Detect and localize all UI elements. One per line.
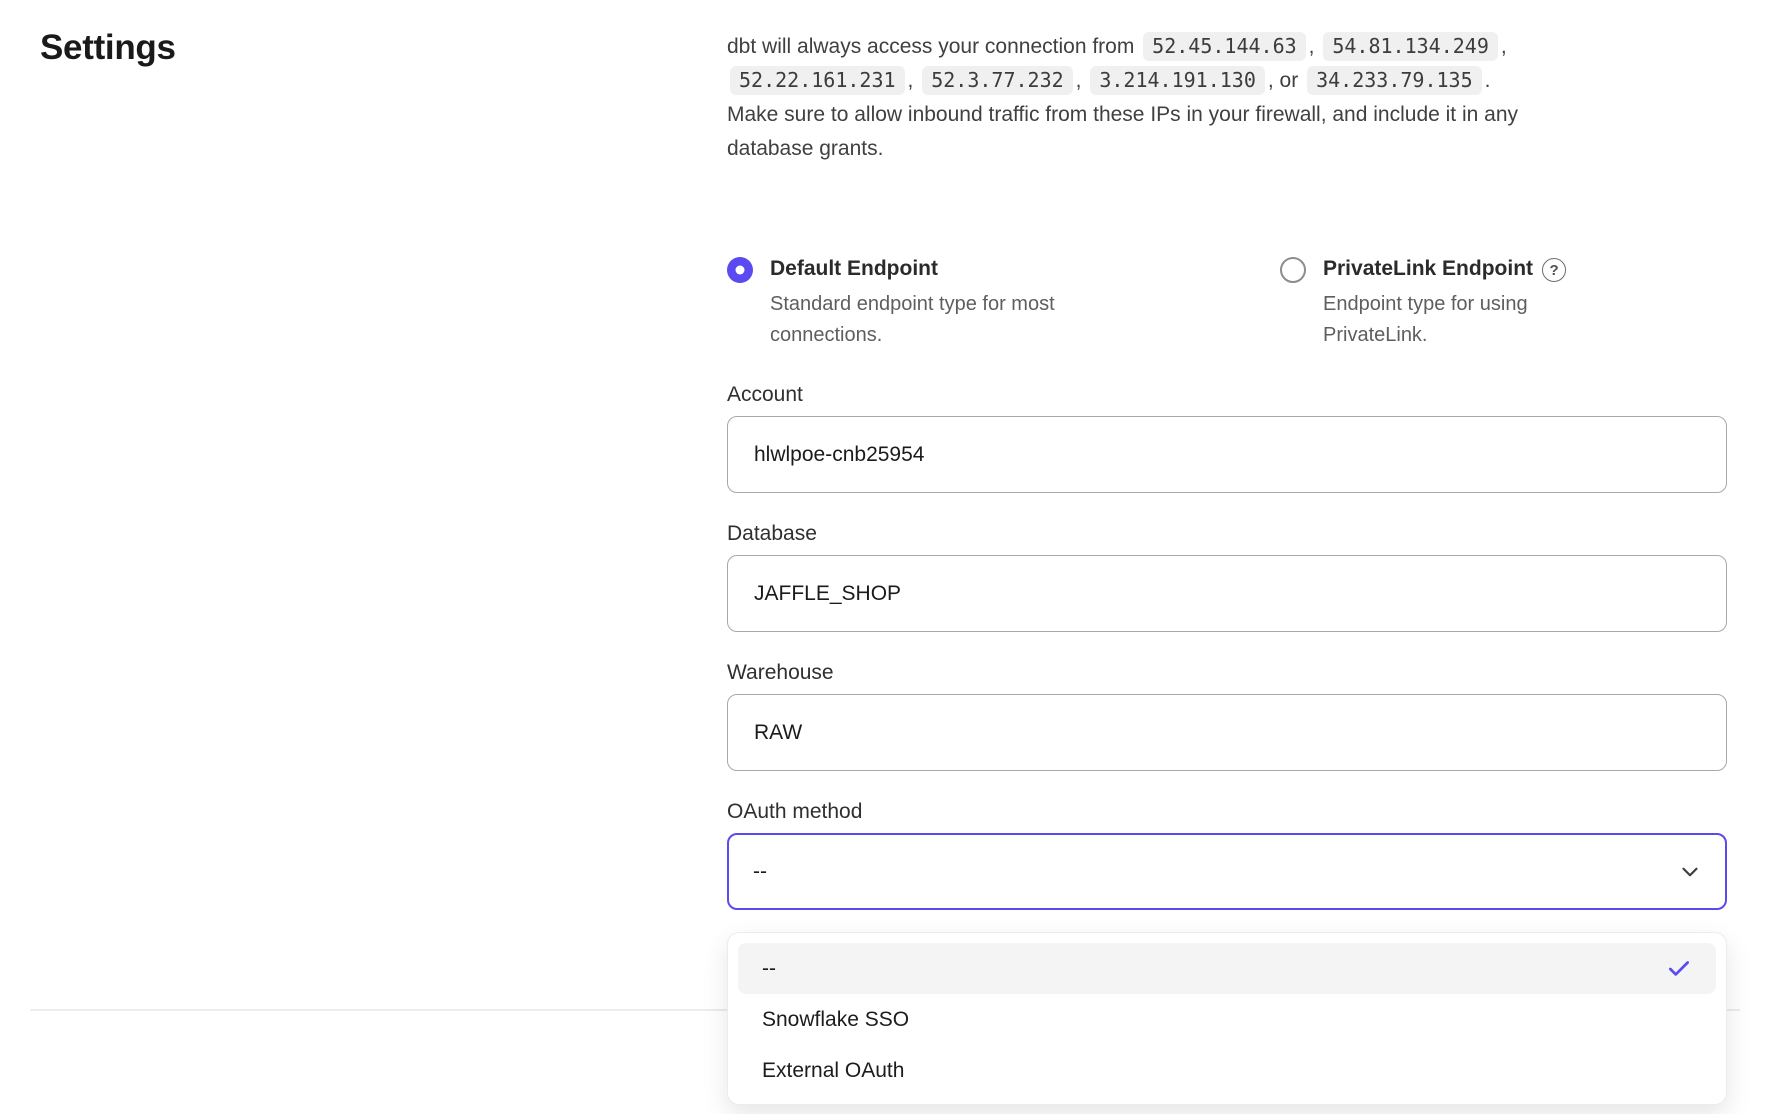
intro-paragraph: dbt will always access your connection f… xyxy=(727,30,1519,166)
oauth-method-select[interactable]: -- xyxy=(727,833,1727,910)
dropdown-option-label: External OAuth xyxy=(762,1059,904,1083)
field-account: Account xyxy=(727,380,1727,493)
settings-page: Settings dbt will always access your con… xyxy=(0,0,1770,1114)
endpoint-option-label: PrivateLink Endpoint xyxy=(1323,254,1533,284)
check-icon xyxy=(1666,956,1692,982)
endpoint-option-default[interactable]: Default Endpoint Standard endpoint type … xyxy=(727,254,1280,351)
connection-settings-section: dbt will always access your connection f… xyxy=(727,30,1727,910)
endpoint-option-label: Default Endpoint xyxy=(770,254,938,284)
radio-unselected-icon[interactable] xyxy=(1280,257,1306,283)
ip-address-chip: 3.214.191.130 xyxy=(1090,66,1265,95)
field-warehouse: Warehouse xyxy=(727,658,1727,771)
ip-address-chip: 54.81.134.249 xyxy=(1323,32,1498,61)
ip-address-chip: 52.22.161.231 xyxy=(730,66,905,95)
radio-selected-icon[interactable] xyxy=(727,257,753,283)
field-label: OAuth method xyxy=(727,797,1727,827)
warehouse-input[interactable] xyxy=(727,694,1727,771)
page-title: Settings xyxy=(40,26,176,70)
endpoint-option-description: Endpoint type for using PrivateLink. xyxy=(1323,289,1575,351)
ip-address-chip: 34.233.79.135 xyxy=(1307,66,1482,95)
dropdown-option-none[interactable]: -- xyxy=(738,943,1716,994)
help-icon[interactable]: ? xyxy=(1542,258,1566,282)
dropdown-option-snowflake-sso[interactable]: Snowflake SSO xyxy=(738,994,1716,1045)
dropdown-option-external-oauth[interactable]: External OAuth xyxy=(738,1045,1716,1096)
field-database: Database xyxy=(727,519,1727,632)
endpoint-radio-group: Default Endpoint Standard endpoint type … xyxy=(727,254,1727,351)
dropdown-option-label: -- xyxy=(762,957,776,981)
endpoint-option-description: Standard endpoint type for most connecti… xyxy=(770,289,1106,351)
database-input[interactable] xyxy=(727,555,1727,632)
endpoint-option-privatelink[interactable]: PrivateLink Endpoint ? Endpoint type for… xyxy=(1280,254,1575,351)
select-value: -- xyxy=(753,860,767,884)
field-label: Account xyxy=(727,380,1727,410)
field-label: Warehouse xyxy=(727,658,1727,688)
chevron-down-icon xyxy=(1677,859,1703,885)
ip-address-chip: 52.45.144.63 xyxy=(1143,32,1306,61)
account-input[interactable] xyxy=(727,416,1727,493)
ip-address-chip: 52.3.77.232 xyxy=(922,66,1072,95)
dropdown-option-label: Snowflake SSO xyxy=(762,1008,909,1032)
oauth-method-dropdown: -- Snowflake SSO External OAuth xyxy=(727,932,1727,1105)
field-label: Database xyxy=(727,519,1727,549)
field-oauth-method: OAuth method -- xyxy=(727,797,1727,910)
